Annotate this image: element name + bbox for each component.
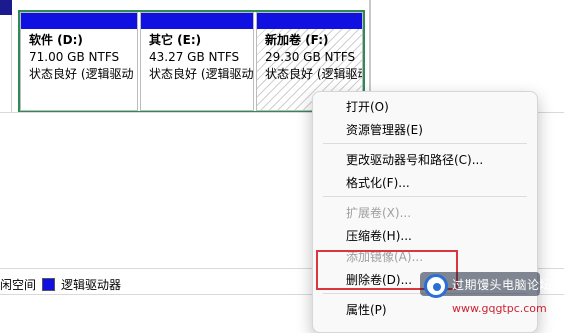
legend-logical-drive-label: 逻辑驱动器 [61,277,122,292]
legend-free-space-label: 闲空间 [0,277,37,292]
volume-size: 43.27 GB NTFS [149,50,240,64]
partition-header-bar [0,0,12,15]
watermark-title: 过期馒头电脑论坛 [452,278,553,292]
watermark-logo-icon [424,274,448,298]
menu-item-open[interactable]: 打开(O) [346,98,389,115]
volume-size: 71.00 GB NTFS [29,50,120,64]
volume-e[interactable]: 其它 (E:) 43.27 GB NTFS 状态良好 (逻辑驱动 [140,12,254,111]
volume-header-bar [141,13,253,29]
menu-item-shrink-volume[interactable]: 压缩卷(H)... [346,227,412,244]
volume-status: 状态良好 (逻辑驱动 [149,67,253,81]
volume-name: 其它 (E:) [149,33,202,47]
menu-separator [323,143,527,144]
disk-area-left-edge [0,0,12,112]
volume-header-bar [21,13,137,29]
menu-item-explorer[interactable]: 资源管理器(E) [346,121,423,138]
watermark: 过期馒头电脑论坛 www.gqgtpc.com [420,270,552,320]
volume-status: 状态良好 (逻辑驱动 [265,67,362,81]
menu-item-extend-volume: 扩展卷(X)... [346,206,412,220]
volume-d[interactable]: 软件 (D:) 71.00 GB NTFS 状态良好 (逻辑驱动 [20,12,138,111]
partition-body [0,15,12,112]
volume-name: 软件 (D:) [29,33,83,47]
menu-item-change-drive-letter[interactable]: 更改驱动器号和路径(C)... [346,151,483,168]
logical-drive-swatch [42,277,56,291]
volume-status: 状态良好 (逻辑驱动 [29,67,134,81]
volume-name: 新加卷 (F:) [265,33,329,47]
menu-item-properties[interactable]: 属性(P) [346,301,387,318]
legend: 闲空间 逻辑驱动器 [0,275,121,293]
volume-header-bar [257,13,362,29]
volume-size: 29.30 GB NTFS [265,50,356,64]
menu-separator [323,196,527,197]
watermark-url: www.gqgtpc.com [452,302,547,315]
menu-item-format[interactable]: 格式化(F)... [346,174,410,191]
